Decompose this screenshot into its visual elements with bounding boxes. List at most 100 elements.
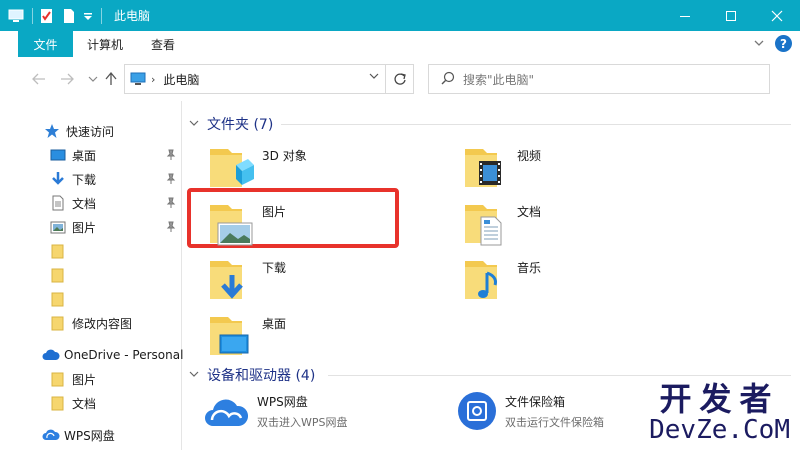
properties-icon[interactable] <box>39 8 55 24</box>
tab-computer[interactable]: 计算机 <box>73 36 137 53</box>
drive-tile-safe[interactable]: 文件保险箱 双击运行文件保险箱 <box>457 391 604 431</box>
search-box[interactable]: 搜索"此电脑" <box>428 64 770 94</box>
up-button[interactable] <box>100 68 122 90</box>
navigation-bar: › 此电脑 搜索"此电脑" <box>0 57 800 101</box>
group-divider <box>281 124 791 125</box>
toolbar-divider <box>32 7 33 24</box>
sidebar-item-wps[interactable]: WPS网盘 <box>42 424 115 446</box>
address-bar[interactable]: › 此电脑 <box>124 64 386 94</box>
group-header-devices[interactable]: 设备和驱动器 (4) <box>189 365 315 385</box>
sidebar-item-label: 下载 <box>72 172 97 187</box>
sidebar-item-onedrive-documents[interactable]: 文档 <box>50 392 96 414</box>
sidebar-item-folder[interactable] <box>50 288 72 310</box>
close-button[interactable] <box>754 0 800 31</box>
group-divider <box>328 375 791 376</box>
folder-tile-pictures[interactable]: 图片 <box>208 199 286 249</box>
window-controls <box>662 0 800 31</box>
computer-icon[interactable] <box>8 8 24 24</box>
navigation-pane: 快速访问 桌面 下载 文档 图片 修改内容图 OneDrive - Person… <box>0 101 183 450</box>
drive-tile-wps[interactable]: WPS网盘 双击进入WPS网盘 <box>203 393 348 430</box>
pin-icon[interactable] <box>166 173 176 188</box>
collapse-chevron-icon[interactable] <box>189 119 199 130</box>
folder-icon <box>50 291 66 307</box>
pin-icon[interactable] <box>166 197 176 212</box>
folder-tile-desktop[interactable]: 桌面 <box>208 311 286 361</box>
sidebar-item-folder[interactable] <box>50 264 72 286</box>
sidebar-item-label: WPS网盘 <box>64 428 115 443</box>
computer-icon <box>130 72 146 89</box>
watermark: 开发者 DevZe.CoM <box>649 382 790 444</box>
documents-icon <box>463 199 509 249</box>
picture-icon <box>50 219 66 235</box>
star-icon <box>44 123 60 139</box>
title-bar: 此电脑 <box>0 0 800 31</box>
customize-dropdown-icon[interactable] <box>83 8 93 24</box>
folder-tile-video[interactable]: 视频 <box>463 143 541 193</box>
maximize-button[interactable] <box>708 0 754 31</box>
collapse-chevron-icon[interactable] <box>189 370 199 381</box>
drive-name: WPS网盘 <box>257 395 308 409</box>
download-icon <box>50 171 66 187</box>
search-input[interactable]: 搜索"此电脑" <box>463 71 534 88</box>
sidebar-item-onedrive[interactable]: OneDrive - Personal <box>42 344 183 366</box>
watermark-en: DevZe.CoM <box>649 415 790 445</box>
minimize-button[interactable] <box>662 0 708 31</box>
sidebar-item-modified-content[interactable]: 修改内容图 <box>50 312 132 334</box>
folder-label: 音乐 <box>517 261 542 275</box>
refresh-button[interactable] <box>386 64 414 94</box>
folder-icon <box>50 315 66 331</box>
folder-tile-documents[interactable]: 文档 <box>463 199 541 249</box>
sidebar-item-onedrive-pictures[interactable]: 图片 <box>50 368 96 390</box>
sidebar-item-folder[interactable] <box>50 240 72 262</box>
wps-cloud-icon <box>205 399 249 426</box>
folder-label: 桌面 <box>262 317 287 331</box>
sidebar-item-downloads[interactable]: 下载 <box>50 168 182 190</box>
sidebar-item-quick-access[interactable]: 快速访问 <box>44 120 114 142</box>
sidebar-item-documents[interactable]: 文档 <box>50 192 182 214</box>
pin-icon[interactable] <box>166 149 176 164</box>
sidebar-item-desktop[interactable]: 桌面 <box>50 144 182 166</box>
tab-view[interactable]: 查看 <box>137 36 189 53</box>
drive-description: 双击运行文件保险箱 <box>505 415 604 429</box>
folder-tile-downloads[interactable]: 下载 <box>208 255 286 305</box>
ribbon-tabs: 文件 计算机 查看 ? <box>0 31 800 57</box>
desktop-folder-icon <box>208 311 254 361</box>
forward-button[interactable] <box>56 68 78 90</box>
breadcrumb-separator-icon[interactable]: › <box>151 73 155 86</box>
sidebar-item-label: OneDrive - Personal <box>64 348 184 362</box>
folder-icon <box>50 395 66 411</box>
folder-tile-3d-objects[interactable]: 3D 对象 <box>208 143 307 193</box>
toolbar-divider <box>101 7 102 24</box>
video-icon <box>463 143 509 193</box>
sidebar-item-label: 图片 <box>72 372 97 387</box>
wps-cloud-icon <box>42 427 60 443</box>
address-dropdown-icon[interactable] <box>369 72 379 83</box>
group-header-folders[interactable]: 文件夹 (7) <box>189 114 273 134</box>
onedrive-cloud-icon <box>42 347 60 363</box>
folder-icon <box>50 243 66 259</box>
document-icon <box>50 195 66 211</box>
watermark-cn: 开发者 <box>659 380 780 418</box>
pin-icon[interactable] <box>166 221 176 236</box>
search-icon <box>441 71 455 88</box>
drive-name: 文件保险箱 <box>505 394 566 409</box>
sidebar-item-pictures[interactable]: 图片 <box>50 216 182 238</box>
3d-objects-icon <box>208 143 254 193</box>
group-title: 设备和驱动器 (4) <box>207 368 316 384</box>
expand-ribbon-icon[interactable] <box>753 37 765 51</box>
tab-file[interactable]: 文件 <box>18 31 73 57</box>
back-button[interactable] <box>28 68 50 90</box>
downloads-icon <box>208 255 254 305</box>
drive-description: 双击进入WPS网盘 <box>257 416 348 429</box>
refresh-icon <box>393 73 406 85</box>
folder-tile-music[interactable]: 音乐 <box>463 255 541 305</box>
sidebar-item-label: 快速访问 <box>66 124 115 139</box>
sidebar-item-label: 文档 <box>72 196 97 211</box>
new-file-icon[interactable] <box>61 8 77 24</box>
desktop-icon <box>50 147 66 163</box>
folder-icon <box>50 371 66 387</box>
music-icon <box>463 255 509 305</box>
folder-label: 3D 对象 <box>262 149 307 163</box>
breadcrumb[interactable]: 此电脑 <box>163 71 199 88</box>
help-icon[interactable]: ? <box>775 35 792 52</box>
